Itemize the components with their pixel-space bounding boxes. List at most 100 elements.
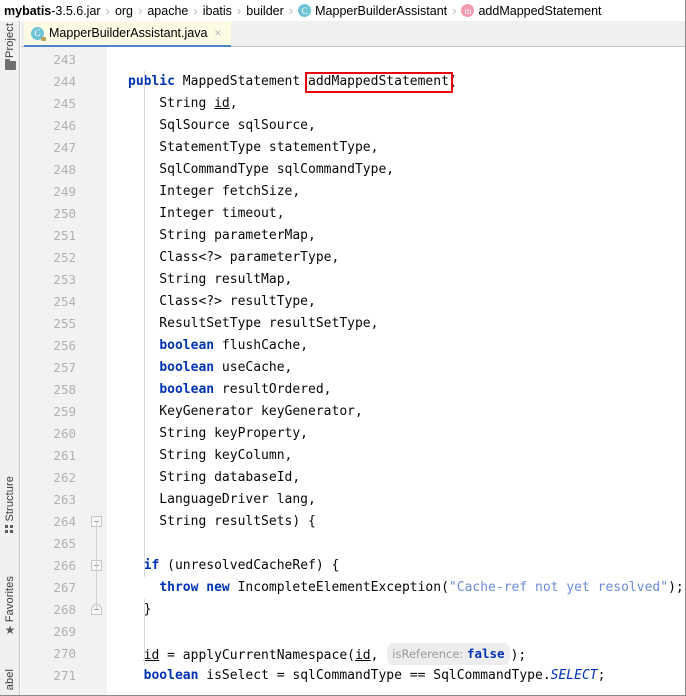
code-line[interactable]: 264 String resultSets) {: [21, 511, 685, 533]
code-line[interactable]: 259 KeyGenerator keyGenerator,: [21, 401, 685, 423]
code-line[interactable]: 255 ResultSetType resultSetType,: [21, 313, 685, 335]
breadcrumb-item-org[interactable]: org: [115, 4, 133, 18]
tool-window-label: Project: [4, 23, 16, 58]
code-line-text: if (unresolvedCacheRef) {: [128, 555, 340, 577]
code-line[interactable]: 263 LanguageDriver lang,: [21, 489, 685, 511]
breadcrumb-label: addMappedStatement: [478, 3, 602, 18]
breadcrumb-item-class[interactable]: C MapperBuilderAssistant: [298, 4, 447, 18]
class-icon: C: [298, 4, 312, 17]
code-line[interactable]: 256 boolean flushCache,: [21, 335, 685, 357]
line-number: 266: [53, 558, 76, 573]
code-token: id: [214, 96, 230, 111]
line-number: 264: [53, 514, 76, 529]
code-line-text: StatementType statementType,: [128, 137, 378, 159]
line-number: 268: [53, 602, 76, 617]
code-token: boolean: [159, 338, 215, 353]
code-token: StatementType statementType,: [128, 140, 379, 155]
code-line-text: String keyProperty,: [128, 423, 308, 445]
indent-guide: [143, 599, 145, 665]
code-line[interactable]: 251 String parameterMap,: [21, 225, 685, 247]
code-line[interactable]: 260 String keyProperty,: [21, 423, 685, 445]
code-line[interactable]: 269: [21, 621, 685, 643]
code-line[interactable]: 271 boolean isSelect = sqlCommandType ==…: [21, 665, 685, 687]
code-line-text: Class<?> parameterType,: [128, 247, 339, 269]
code-line[interactable]: 253 String resultMap,: [21, 269, 685, 291]
code-line-text: KeyGenerator keyGenerator,: [128, 401, 363, 423]
breadcrumb-item-ibatis[interactable]: ibatis: [203, 4, 232, 18]
code-line[interactable]: 246 SqlSource sqlSource,: [21, 115, 685, 137]
tool-window-label: Structure: [4, 476, 16, 522]
line-number: 263: [53, 492, 76, 507]
code-line[interactable]: 247 StatementType statementType,: [21, 137, 685, 159]
breadcrumb-label: apache: [147, 3, 189, 18]
code-token: }: [128, 602, 152, 617]
code-line[interactable]: 243: [21, 49, 685, 71]
tool-window-button-structure[interactable]: Structure: [0, 476, 20, 538]
breadcrumb-item-builder[interactable]: builder: [246, 4, 284, 18]
breadcrumb-item-method[interactable]: m addMappedStatement: [461, 3, 602, 18]
code-line-text: LanguageDriver lang,: [128, 489, 316, 511]
code-token: SELECT: [550, 668, 598, 683]
code-line-text: SqlSource sqlSource,: [128, 115, 316, 137]
method-name-highlight-box: [304, 72, 453, 93]
code-token: String parameterMap,: [128, 228, 316, 243]
code-token: new: [206, 580, 230, 595]
code-token: String: [128, 96, 215, 111]
fold-region-line: [96, 521, 97, 609]
code-token: String keyProperty,: [128, 426, 309, 441]
structure-icon: [5, 524, 15, 535]
code-line[interactable]: 267 throw new IncompleteElementException…: [21, 577, 685, 599]
code-line[interactable]: 250 Integer timeout,: [21, 203, 685, 225]
code-token: public: [128, 74, 175, 89]
method-icon: m: [461, 4, 475, 17]
breadcrumb-separator: ›: [105, 3, 110, 18]
editor-tab-mapperbuilderassistant[interactable]: C MapperBuilderAssistant.java ×: [24, 21, 231, 47]
breadcrumb-item-apache[interactable]: apache: [147, 4, 188, 18]
code-line[interactable]: 258 boolean resultOrdered,: [21, 379, 685, 401]
line-number: 246: [53, 118, 76, 133]
editor-tab-bar: C MapperBuilderAssistant.java ×: [21, 21, 685, 47]
code-token: useCache,: [214, 360, 293, 375]
code-token: KeyGenerator keyGenerator,: [128, 404, 363, 419]
code-line[interactable]: 265: [21, 533, 685, 555]
code-token: Integer fetchSize,: [128, 184, 301, 199]
tool-window-button-project[interactable]: Project: [0, 23, 20, 73]
code-line[interactable]: 249 Integer fetchSize,: [21, 181, 685, 203]
code-token: Integer timeout,: [128, 206, 285, 221]
code-line[interactable]: 262 String databaseId,: [21, 467, 685, 489]
code-token: boolean: [143, 668, 199, 683]
breadcrumb-jar-rest: -3.5.6.jar: [51, 3, 101, 18]
code-line[interactable]: 261 String keyColumn,: [21, 445, 685, 467]
code-token: Class<?> parameterType,: [128, 250, 340, 265]
code-line[interactable]: 252 Class<?> parameterType,: [21, 247, 685, 269]
line-number: 251: [53, 228, 76, 243]
code-token: boolean: [159, 382, 215, 397]
code-line[interactable]: 270 id = applyCurrentNamespace(id, isRef…: [21, 643, 685, 665]
code-line[interactable]: 245 String id,: [21, 93, 685, 115]
tool-window-button-favorites[interactable]: Favorites ★: [0, 576, 20, 638]
code-line-text: String databaseId,: [128, 467, 300, 489]
tool-window-button-label[interactable]: abel: [0, 669, 20, 690]
star-icon: ★: [4, 623, 16, 638]
code-line[interactable]: 257 boolean useCache,: [21, 357, 685, 379]
code-editor[interactable]: 243 244 public MappedStatement addMappedSt…: [21, 47, 685, 695]
line-number: 248: [53, 162, 76, 177]
code-token: id: [354, 648, 371, 663]
code-line-text: String resultMap,: [128, 269, 292, 291]
code-line[interactable]: 248 SqlCommandType sqlCommandType,: [21, 159, 685, 181]
tool-window-bar: Project Structure Favorites ★ abel: [0, 21, 20, 695]
line-number: 255: [53, 316, 76, 331]
tool-window-label: Favorites: [4, 576, 16, 623]
breadcrumb-jar-bold: mybatis: [4, 3, 52, 18]
line-number: 261: [53, 448, 76, 463]
code-line[interactable]: 266 if (unresolvedCacheRef) {: [21, 555, 685, 577]
code-line[interactable]: 268 }: [21, 599, 685, 621]
code-line[interactable]: 254 Class<?> resultType,: [21, 291, 685, 313]
line-number: 257: [53, 360, 76, 375]
line-number: 253: [53, 272, 76, 287]
breadcrumb-item-jar[interactable]: mybatis-3.5.6.jar: [4, 4, 101, 18]
code-token: String databaseId,: [128, 470, 301, 485]
close-icon[interactable]: ×: [214, 27, 221, 39]
